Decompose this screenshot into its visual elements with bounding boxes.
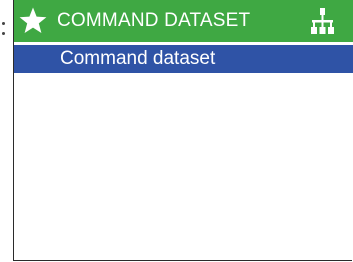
menu-item-label: Command dataset xyxy=(60,48,216,69)
hierarchy-icon[interactable] xyxy=(310,7,335,35)
device-screen: COMMAND DATASET Command dataset xyxy=(13,0,353,261)
title-bar: COMMAND DATASET xyxy=(14,0,353,42)
left-colon-marker xyxy=(0,14,10,42)
star-icon[interactable] xyxy=(18,6,48,36)
screen-title: COMMAND DATASET xyxy=(57,10,251,31)
colon-dot-top xyxy=(2,22,5,25)
colon-dot-bottom xyxy=(2,32,5,35)
menu-item-command-dataset[interactable]: Command dataset xyxy=(14,45,353,73)
menu-list: Command dataset xyxy=(14,45,353,73)
